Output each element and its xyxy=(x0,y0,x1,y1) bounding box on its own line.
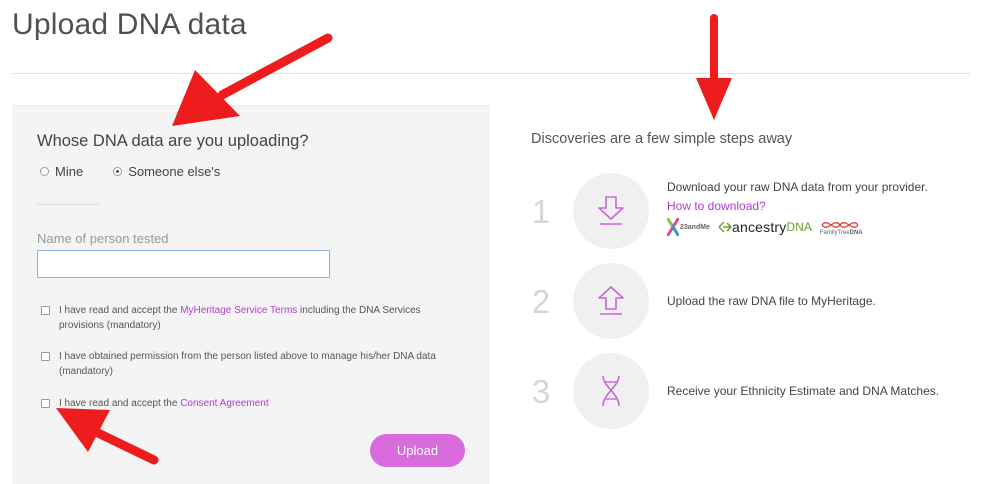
radio-someone-else-circle[interactable] xyxy=(113,167,123,176)
step-3-circle xyxy=(573,353,649,429)
upload-arrow-icon xyxy=(598,286,624,315)
provider-logos: 23andMe ancestry DNA FamilyTreeDNA xyxy=(667,218,874,236)
logo-ancestry-dna-text: DNA xyxy=(786,220,812,234)
permission-checkbox-row: I have obtained permission from the pers… xyxy=(41,349,441,379)
steps-heading: Discoveries are a few simple steps away xyxy=(531,131,793,147)
logo-ancestry-text: ancestry xyxy=(731,219,787,235)
page-title: Upload DNA data xyxy=(12,8,247,41)
dna-helix-icon xyxy=(602,375,620,407)
radio-someone-else-label: Someone else's xyxy=(128,164,221,179)
step-2-circle xyxy=(573,263,649,339)
radio-mine-circle[interactable] xyxy=(40,167,49,176)
consent-agreement-link[interactable]: Consent Agreement xyxy=(180,398,268,409)
step-3-text: Receive your Ethnicity Estimate and DNA … xyxy=(667,384,940,398)
terms-text: I have read and accept the MyHeritage Se… xyxy=(59,305,421,331)
step-1-text: Download your raw DNA data from your pro… xyxy=(667,180,928,194)
title-divider xyxy=(12,73,970,74)
radio-someone-else[interactable]: Someone else's xyxy=(113,164,220,179)
terms-checkbox[interactable] xyxy=(41,306,50,315)
terms-checkbox-row: I have read and accept the MyHeritage Se… xyxy=(41,303,441,333)
permission-checkbox[interactable] xyxy=(41,352,50,361)
arrow-to-steps-icon xyxy=(696,14,732,120)
section-divider xyxy=(37,204,99,205)
name-of-person-input[interactable] xyxy=(37,250,330,278)
upload-button[interactable]: Upload xyxy=(370,434,465,467)
permission-text: I have obtained permission from the pers… xyxy=(59,351,436,377)
step-2-text: Upload the raw DNA file to MyHeritage. xyxy=(667,294,876,308)
radio-mine[interactable]: Mine xyxy=(40,164,83,179)
consent-checkbox-row: I have read and accept the Consent Agree… xyxy=(41,396,441,411)
ancestry-leaf-icon xyxy=(718,221,732,233)
step-3-number: 3 xyxy=(531,373,551,410)
consent-checkbox[interactable] xyxy=(41,399,50,408)
step-1-circle xyxy=(573,173,649,249)
logo-ancestry-dna[interactable]: ancestry DNA xyxy=(718,219,812,235)
service-terms-link[interactable]: MyHeritage Service Terms xyxy=(180,305,297,316)
logo-23andme[interactable]: 23andMe xyxy=(667,218,710,236)
how-to-download-link[interactable]: How to download? xyxy=(667,199,766,213)
logo-familytreedna-text: FamilyTreeDNA xyxy=(819,229,863,236)
logo-23andme-text: 23andMe xyxy=(680,223,710,231)
form-heading: Whose DNA data are you uploading? xyxy=(37,132,309,150)
logo-familytreedna[interactable]: FamilyTreeDNA xyxy=(820,219,866,236)
consent-text: I have read and accept the Consent Agree… xyxy=(59,398,269,409)
upload-form-panel: Whose DNA data are you uploading? Mine S… xyxy=(12,105,490,484)
23andme-x-icon xyxy=(667,218,679,236)
radio-mine-label: Mine xyxy=(55,164,84,179)
step-1-number: 1 xyxy=(531,193,551,230)
owner-radio-group: Mine Someone else's xyxy=(40,164,250,179)
download-arrow-icon xyxy=(598,196,624,225)
name-field-label: Name of person tested xyxy=(37,231,169,246)
step-2-number: 2 xyxy=(531,283,551,320)
